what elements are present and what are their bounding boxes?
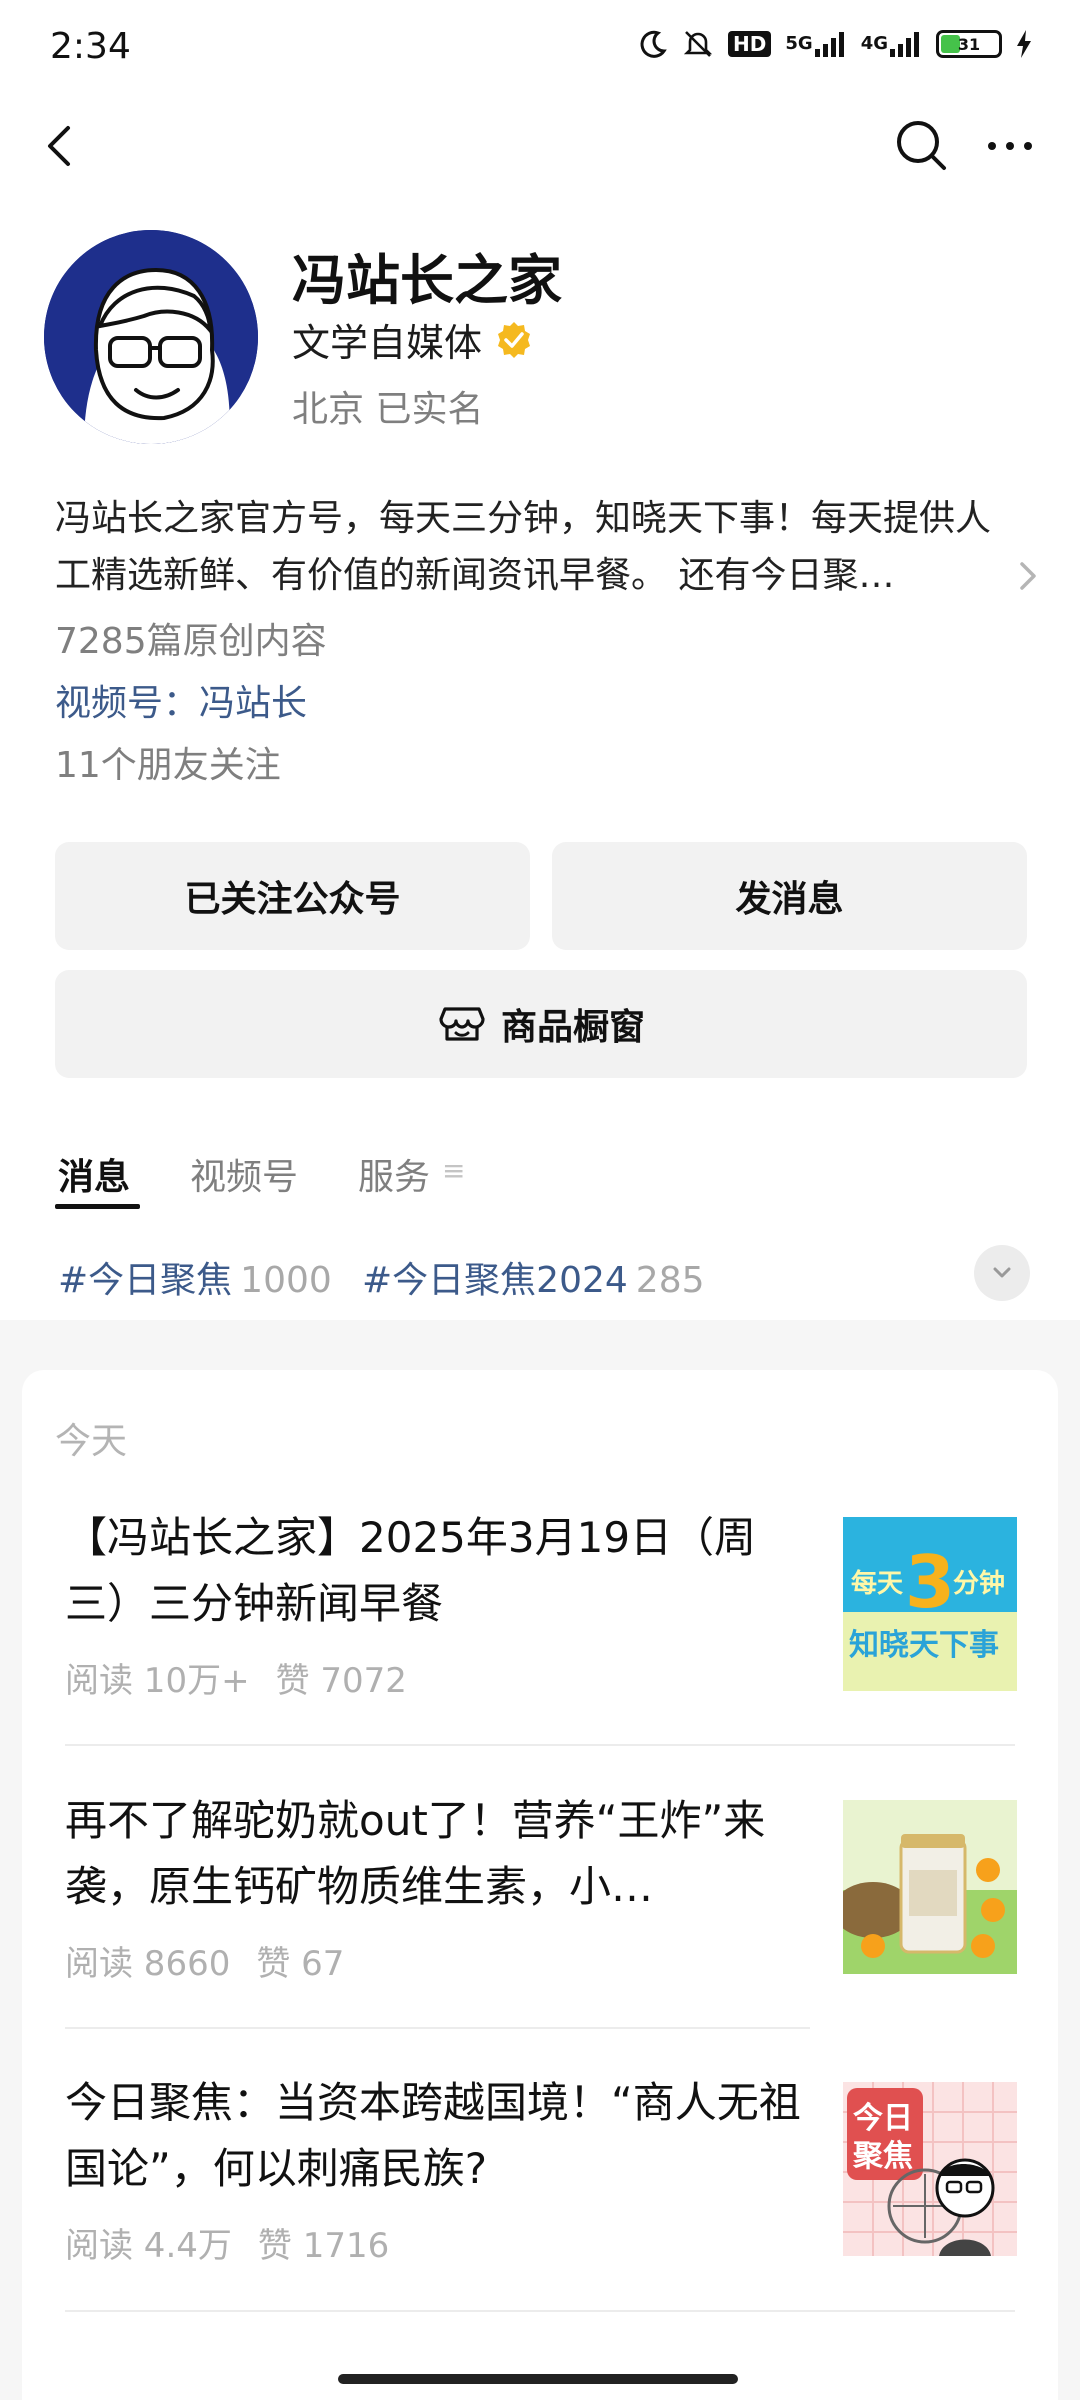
status-bar: 2:34 HD 5G 4G 31 <box>0 0 1080 100</box>
status-icons: HD 5G 4G 31 <box>638 28 1032 60</box>
article-item[interactable]: 【冯站长之家】2025年3月19日（周三）三分钟新闻早餐 阅读 10万+ 赞 70… <box>65 1505 1017 1705</box>
article-thumbnail: 今日 聚焦 <box>843 2082 1017 2256</box>
search-button[interactable] <box>892 116 952 176</box>
hd-badge: HD <box>728 31 772 57</box>
chevron-right-icon <box>1020 562 1036 590</box>
signal-4g-icon: 4G <box>861 31 922 57</box>
article-stats: 阅读 8660 赞 67 <box>65 1936 344 1985</box>
thumb-line1: 今日 <box>853 2101 913 2136</box>
article-likes: 赞 1716 <box>257 2226 390 2266</box>
friends-follow[interactable]: 11个朋友关注 <box>55 736 281 788</box>
hashtags-expand-button[interactable] <box>974 1245 1030 1301</box>
thumbnail-milk-can-icon <box>843 1800 1017 1974</box>
channel-link[interactable]: 视频号：冯站长 <box>55 674 307 726</box>
thumbnail-focus-icon: 今日 聚焦 <box>843 2082 1017 2256</box>
shop-window-label: 商品橱窗 <box>500 1007 645 1048</box>
article-reads: 阅读 8660 <box>65 1944 231 1984</box>
thumbnail-three-minutes-icon: 每天 3 分钟 知晓天下事 <box>843 1517 1017 1691</box>
net-4g-label: 4G <box>860 33 888 54</box>
article-title: 【冯站长之家】2025年3月19日（周三）三分钟新闻早餐 <box>65 1513 757 1628</box>
tab-messages[interactable]: 消息 <box>58 1148 130 1200</box>
article-stats: 阅读 10万+ 赞 7072 <box>65 1653 407 1702</box>
back-arrow-icon <box>48 126 70 166</box>
article-reads: 阅读 10万+ <box>65 1661 250 1701</box>
mute-bell-icon <box>682 28 714 60</box>
hashtag-chip[interactable]: #今日聚焦2024 285 <box>362 1251 705 1303</box>
active-tab-indicator <box>55 1204 140 1209</box>
thumb-number: 3 <box>905 1540 955 1624</box>
signal-5g-icon: 5G <box>785 31 846 57</box>
chevron-down-icon <box>993 1267 1011 1278</box>
back-button[interactable] <box>34 118 90 174</box>
net-5g-label: 5G <box>785 33 813 54</box>
article-stats: 阅读 4.4万赞 1716 <box>65 2218 389 2267</box>
thumb-line1: 每天 <box>851 1568 903 1599</box>
description-expand-button[interactable] <box>1014 556 1044 596</box>
hashtag-count: 285 <box>635 1260 705 1301</box>
thumb-line2: 聚焦 <box>852 2139 913 2174</box>
account-description[interactable]: 冯站长之家官方号，每天三分钟，知晓天下事！每天提供人工精选新鲜、有价值的新闻资讯… <box>55 490 1015 604</box>
shop-window-button[interactable]: 商品橱窗 <box>55 970 1027 1078</box>
article-title: 今日聚焦：当资本跨越国境！“商人无祖国论”，何以刺痛民族? <box>65 2078 801 2193</box>
hashtag-name: #今日聚焦 <box>58 1260 233 1301</box>
account-location: 北京 已实名 <box>292 389 484 430</box>
article-title: 再不了解驼奶就out了！营养“王炸”来袭，原生钙矿物质维生素，小… <box>65 1796 766 1911</box>
verified-badge-icon[interactable] <box>494 320 534 360</box>
avatar[interactable] <box>44 230 258 444</box>
shop-icon <box>439 1007 485 1041</box>
article-item[interactable]: 再不了解驼奶就out了！营养“王炸”来袭，原生钙矿物质维生素，小… 阅读 866… <box>65 1788 1017 1988</box>
nav-bar <box>0 100 1080 190</box>
original-count: 7285篇原创内容 <box>55 621 327 662</box>
battery-level: 31 <box>957 34 981 54</box>
status-time: 2:34 <box>50 26 131 67</box>
avatar-cartoon-icon <box>44 230 258 444</box>
category-label: 文学自媒体 <box>292 321 483 365</box>
send-message-button[interactable]: 发消息 <box>552 842 1027 950</box>
home-indicator[interactable] <box>338 2374 738 2384</box>
hashtag-chip[interactable]: #今日聚焦 1000 <box>58 1251 332 1303</box>
article-thumbnail <box>843 1800 1017 1974</box>
divider <box>65 1744 1015 1746</box>
charging-icon <box>1016 30 1032 58</box>
section-label-today: 今天 <box>55 1421 128 1462</box>
account-name: 冯站长之家 <box>292 249 562 312</box>
hashtag-count: 1000 <box>240 1260 332 1301</box>
account-category: 文学自媒体 <box>292 312 534 367</box>
divider <box>65 2310 1015 2312</box>
hashtag-name: #今日聚焦2024 <box>362 1260 628 1301</box>
followed-button[interactable]: 已关注公众号 <box>55 842 530 950</box>
hashtag-row: #今日聚焦 1000 #今日聚焦2024 285 <box>0 1245 1080 1315</box>
services-menu-icon[interactable]: ≡ <box>442 1154 465 1187</box>
divider <box>65 2027 810 2029</box>
more-button[interactable] <box>980 116 1040 176</box>
moon-icon <box>638 29 668 59</box>
battery-icon: 31 <box>936 30 1002 58</box>
tab-channels[interactable]: 视频号 <box>190 1148 298 1200</box>
article-likes: 赞 7072 <box>275 1661 407 1701</box>
thumb-line2: 知晓天下事 <box>849 1628 999 1663</box>
tab-bar: 消息 视频号 服务 ≡ <box>0 1140 1080 1220</box>
more-dots-icon <box>988 142 1032 150</box>
thumb-unit: 分钟 <box>953 1568 1005 1599</box>
article-item[interactable]: 今日聚焦：当资本跨越国境！“商人无祖国论”，何以刺痛民族? 阅读 4.4万赞 1… <box>65 2070 1017 2270</box>
article-reads: 阅读 4.4万 <box>65 2226 232 2266</box>
search-icon <box>897 121 946 170</box>
article-thumbnail: 每天 3 分钟 知晓天下事 <box>843 1517 1017 1691</box>
tab-services[interactable]: 服务 <box>358 1148 430 1200</box>
article-likes: 赞 67 <box>256 1944 345 1984</box>
